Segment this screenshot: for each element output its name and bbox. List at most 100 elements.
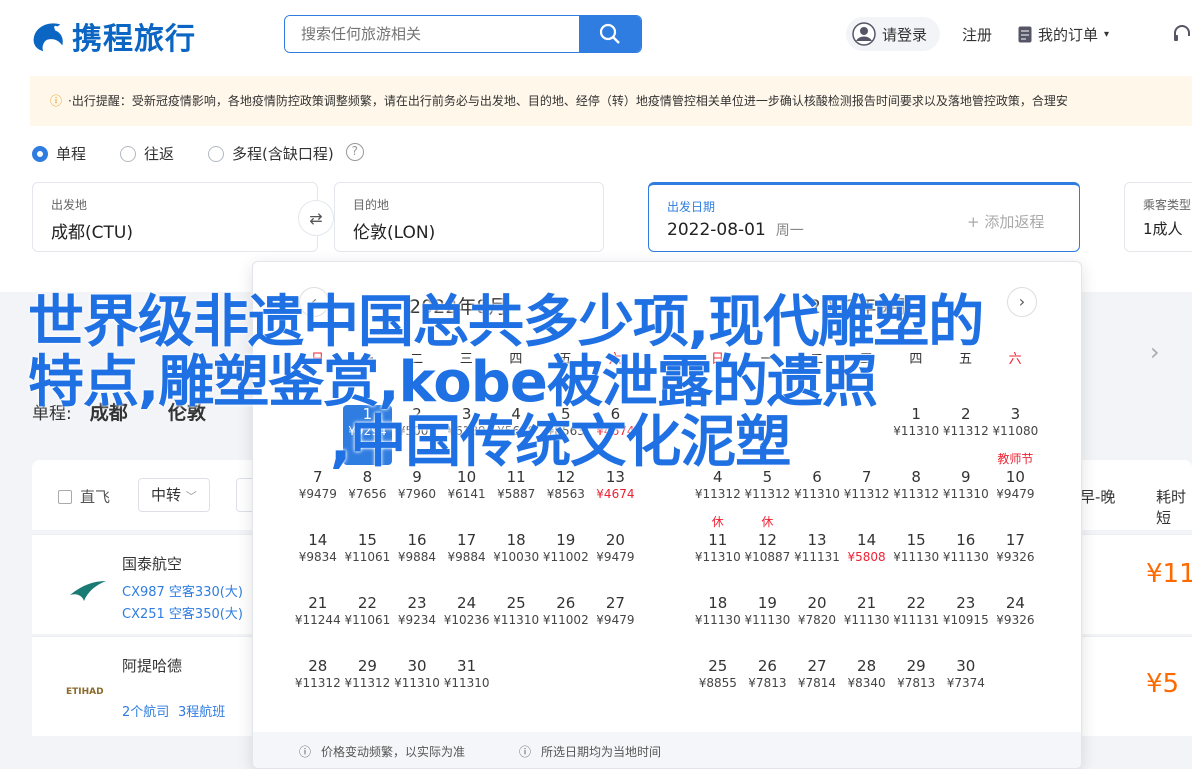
logo[interactable]: 携程旅行 [30, 14, 196, 58]
day-number: 24 [457, 594, 477, 612]
trip-type-roundtrip[interactable]: 往返 [120, 143, 174, 164]
calendar-day-cell[interactable]: 30 ¥7374 [941, 657, 991, 717]
calendar-day-cell[interactable]: 7 ¥9479 [293, 468, 343, 528]
sort-duration[interactable]: 耗时短 [1156, 486, 1192, 528]
day-number: 18 [708, 594, 728, 612]
calendar-day-cell[interactable]: 20 ¥9479 [591, 531, 641, 591]
flight-number[interactable]: CX987 空客330(大) [122, 581, 243, 600]
day-number: 19 [556, 531, 576, 549]
calendar-day-cell[interactable]: 21 ¥11244 [293, 594, 343, 654]
calendar-day-cell[interactable]: 24 ¥10236 [442, 594, 492, 654]
info-icon: ⓘ [519, 745, 532, 759]
departure-city-field[interactable]: 出发地 成都(CTU) [32, 182, 318, 252]
day-number: 15 [906, 531, 926, 549]
calendar-day-cell[interactable]: 22 ¥11131 [891, 594, 941, 654]
calendar-day-cell[interactable]: 休 11 ¥11310 [693, 515, 743, 591]
calendar-day-cell[interactable]: 31 ¥11310 [442, 657, 492, 717]
day-number: 26 [757, 657, 777, 675]
day-number: 11 [708, 531, 728, 549]
calendar-day-cell[interactable]: 27 ¥9479 [591, 594, 641, 654]
calendar-day-cell[interactable]: 29 ¥7813 [891, 657, 941, 717]
calendar-day-cell[interactable]: 17 ¥9884 [442, 531, 492, 591]
calendar-day-cell[interactable]: 14 ¥5808 [842, 531, 892, 591]
calendar-day-cell[interactable]: 20 ¥7820 [792, 594, 842, 654]
calendar-day-cell[interactable]: 21 ¥11130 [842, 594, 892, 654]
direct-only-checkbox[interactable]: 直飞 [58, 486, 110, 507]
calendar-day-cell[interactable]: 22 ¥11061 [343, 594, 393, 654]
calendar-day-cell[interactable]: 30 ¥11310 [392, 657, 442, 717]
help-icon[interactable]: ? [345, 143, 364, 161]
calendar-day-cell[interactable]: 10 ¥6141 [442, 468, 492, 528]
calendar-day-cell[interactable]: 教师节 10 ¥9479 [991, 452, 1041, 528]
departure-date-field[interactable]: 出发日期 2022-08-01 周一 + 添加返程 [648, 182, 1080, 252]
calendar-day-cell[interactable]: 24 ¥9326 [991, 594, 1041, 654]
calendar-day-cell[interactable]: 23 ¥9234 [392, 594, 442, 654]
calendar-day-cell[interactable]: 16 ¥9884 [392, 531, 442, 591]
calendar-day-cell[interactable]: 19 ¥11130 [743, 594, 793, 654]
calendar-day-cell[interactable]: 6 ¥11310 [792, 468, 842, 528]
calendar-day-cell[interactable]: 19 ¥11002 [541, 531, 591, 591]
calendar-day-cell[interactable]: 25 ¥8855 [693, 657, 743, 717]
day-price: ¥9479 [596, 550, 635, 564]
add-return-button[interactable]: + 添加返程 [967, 211, 1044, 232]
calendar-day-cell[interactable]: 7 ¥11312 [842, 468, 892, 528]
headset-icon[interactable] [1172, 24, 1192, 44]
calendar-day-cell[interactable]: 25 ¥11310 [491, 594, 541, 654]
day-price: ¥9326 [996, 550, 1035, 564]
search-input[interactable] [285, 16, 579, 52]
flight-number[interactable]: CX251 空客350(大) [122, 603, 243, 622]
holiday-tag: 休 [761, 515, 774, 529]
calendar-day-cell[interactable]: 28 ¥8340 [842, 657, 892, 717]
day-price: ¥11312 [344, 676, 391, 690]
calendar-day-cell[interactable]: 13 ¥11131 [792, 531, 842, 591]
calendar-day-cell[interactable]: 17 ¥9326 [991, 531, 1041, 591]
calendar-day-cell[interactable]: 13 ¥4674 [591, 468, 641, 528]
day-number: 31 [457, 657, 477, 675]
calendar-day-cell[interactable]: 9 ¥7960 [392, 468, 442, 528]
calendar-day-cell[interactable]: 16 ¥11130 [941, 531, 991, 591]
register-link[interactable]: 注册 [962, 24, 992, 45]
calendar-day-cell[interactable]: 23 ¥10915 [941, 594, 991, 654]
calendar-day-cell[interactable]: 休 12 ¥10887 [743, 515, 793, 591]
day-number: 14 [857, 531, 877, 549]
calendar-day-cell[interactable]: 26 ¥7813 [743, 657, 793, 717]
calendar-day-cell[interactable]: 14 ¥9834 [293, 531, 343, 591]
airline-name: 国泰航空 [122, 555, 183, 573]
calendar-day-cell[interactable]: 8 ¥7656 [343, 468, 393, 528]
my-orders-menu[interactable]: 我的订单 ▾ [1018, 24, 1109, 45]
calendar-day-cell[interactable]: 9 ¥11310 [941, 468, 991, 528]
day-price: ¥11310 [942, 487, 989, 501]
airline-count[interactable]: 2个航司 [122, 701, 169, 720]
calendar-day-cell[interactable]: 29 ¥11312 [343, 657, 393, 717]
day-price: ¥11130 [942, 550, 989, 564]
day-price: ¥11061 [344, 613, 391, 627]
swap-cities-button[interactable]: ⇄ [298, 200, 334, 236]
holiday-tag: 休 [711, 515, 724, 529]
search-button[interactable] [579, 16, 641, 52]
day-number: 25 [708, 657, 728, 675]
trip-type-oneway[interactable]: 单程 [32, 143, 86, 164]
calendar-day-cell[interactable]: 8 ¥11312 [891, 468, 941, 528]
calendar-day-cell[interactable]: 18 ¥11130 [693, 594, 743, 654]
segment-count[interactable]: 3程航班 [178, 701, 225, 720]
arrival-city-field[interactable]: 目的地 伦敦(LON) [334, 182, 604, 252]
calendar-day-cell[interactable]: 12 ¥8563 [541, 468, 591, 528]
login-button[interactable]: 请登录 [846, 17, 940, 51]
trip-type-multicity[interactable]: 多程(含缺口程) [208, 143, 334, 164]
day-price: ¥11130 [843, 613, 890, 627]
checkbox-label: 直飞 [80, 488, 111, 506]
calendar-day-cell[interactable]: 28 ¥11312 [293, 657, 343, 717]
transfer-dropdown[interactable]: 中转 ﹀ [138, 478, 210, 512]
sort-early-late[interactable]: 早-晚 [1080, 486, 1115, 507]
cathay-logo-icon [70, 581, 106, 601]
calendar-day-cell[interactable]: 18 ¥10030 [491, 531, 541, 591]
airline-name: 阿提哈德 [122, 657, 183, 675]
day-price: ¥11310 [794, 487, 840, 501]
day-price: ¥9479 [298, 487, 337, 501]
calendar-day-cell[interactable]: 15 ¥11061 [343, 531, 393, 591]
calendar-day-cell[interactable]: 26 ¥11002 [541, 594, 591, 654]
passenger-field[interactable]: 乘客类型 1成人 [1124, 182, 1192, 252]
calendar-day-cell[interactable]: 15 ¥11130 [891, 531, 941, 591]
calendar-day-cell[interactable]: 27 ¥7814 [792, 657, 842, 717]
calendar-day-cell[interactable]: 11 ¥5887 [491, 468, 541, 528]
